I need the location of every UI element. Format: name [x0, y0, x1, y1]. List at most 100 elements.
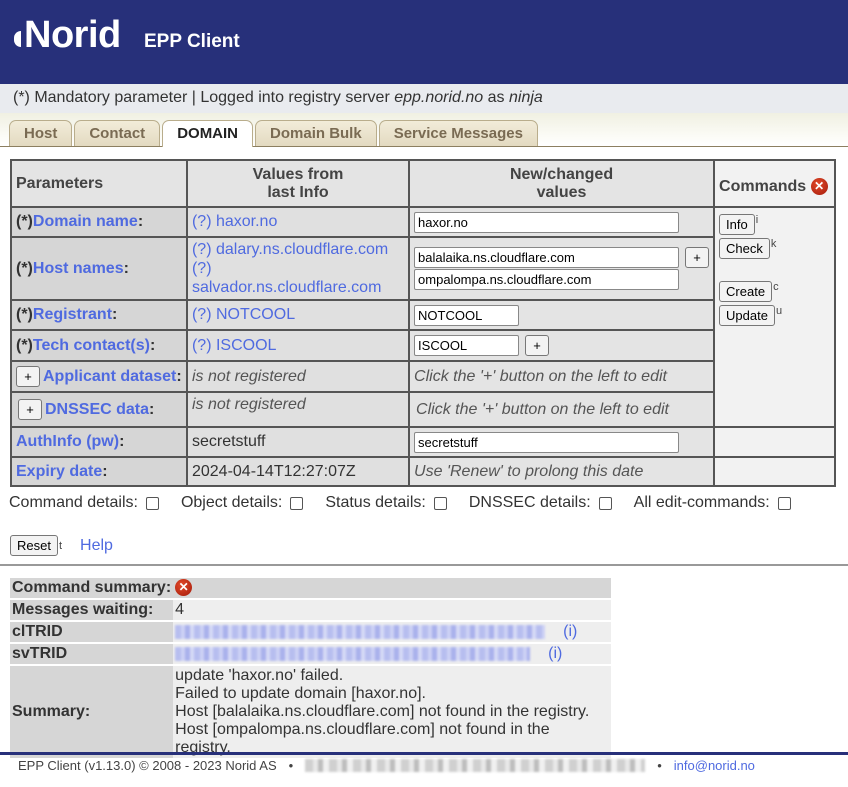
username: ninja: [509, 89, 543, 106]
object-details-checkbox[interactable]: [290, 496, 304, 510]
expand-dnssec-button[interactable]: +: [18, 399, 42, 420]
domain-name-input[interactable]: [414, 211, 680, 233]
login-status-bar: (*) Mandatory parameter | Logged into re…: [0, 84, 848, 113]
redacted-info: [305, 759, 646, 772]
cltrid-redacted: [175, 624, 546, 639]
param-registrant: (*)Registrant:: [10, 299, 188, 331]
prev-host-link[interactable]: (?) salvador.ns.cloudflare.com: [192, 260, 381, 296]
prev-tech-link[interactable]: (?) ISCOOL: [192, 337, 276, 354]
copyright: EPP Client (v1.13.0) © 2008 - 2023 Norid…: [18, 758, 277, 773]
server-name: epp.norid.no: [394, 89, 484, 106]
tech-contact-input[interactable]: [414, 335, 520, 356]
registrant-input[interactable]: [414, 304, 520, 326]
tab-contact[interactable]: Contact: [74, 120, 161, 146]
row-dnssec-data: + DNSSEC data: is not registered Click th…: [10, 391, 835, 428]
new-registrant-cell: [408, 299, 716, 331]
check-button[interactable]: Check: [719, 238, 770, 259]
param-dnssec-data: + DNSSEC data:: [10, 391, 188, 428]
new-domain-name-cell: [408, 206, 716, 238]
close-icon[interactable]: ✕: [810, 177, 828, 195]
domain-name-link[interactable]: Domain name: [33, 213, 138, 230]
row-tech-contacts: (*)Tech contact(s): (?) ISCOOL +: [10, 329, 835, 362]
host-name-input[interactable]: [414, 269, 680, 290]
footer: EPP Client (v1.13.0) © 2008 - 2023 Norid…: [18, 758, 755, 773]
prev-expiry-date: 2024-04-14T12:27:07Z: [185, 456, 411, 487]
option-object-details[interactable]: Object details:: [181, 494, 304, 512]
tab-bar: Host Contact DOMAIN Domain Bulk Service …: [0, 113, 848, 147]
dnssec-data-link[interactable]: DNSSEC data: [45, 401, 149, 418]
colon: :: [149, 401, 155, 418]
header-prev-line2: last Info: [267, 183, 329, 201]
option-label: Command details:: [9, 494, 138, 511]
help-link[interactable]: Help: [80, 537, 113, 555]
mandatory-marker: (*): [16, 306, 33, 323]
update-button[interactable]: Update: [719, 305, 775, 326]
row-authinfo: AuthInfo (pw): secretstuff: [10, 426, 836, 458]
tab-domain[interactable]: DOMAIN: [162, 120, 254, 147]
svtrid-label: svTRID: [10, 644, 174, 664]
colon: :: [119, 433, 125, 450]
summary-text: update 'haxor.no' failed. Failed to upda…: [173, 666, 611, 758]
info-button[interactable]: Info: [719, 214, 755, 235]
error-icon: ✕: [175, 579, 193, 597]
summary-row: Summary: update 'haxor.no' failed. Faile…: [10, 666, 611, 758]
command-summary-table: Command summary: ✕ Messages waiting: 4 c…: [10, 576, 611, 760]
bullet: •: [288, 758, 294, 773]
prev-registrant-link[interactable]: (?) NOTCOOL: [192, 306, 295, 323]
tab-host[interactable]: Host: [9, 120, 73, 146]
svtrid-info-link[interactable]: (i): [548, 645, 562, 662]
authinfo-input[interactable]: [414, 431, 680, 453]
add-host-button[interactable]: +: [685, 247, 710, 268]
param-domain-name: (*)Domain name:: [10, 206, 188, 238]
create-button[interactable]: Create: [719, 281, 773, 302]
commands-title: Commands: [719, 177, 807, 195]
host-name-input[interactable]: [414, 247, 680, 268]
mandatory-marker: (*): [16, 259, 33, 277]
status-details-checkbox[interactable]: [433, 496, 447, 510]
option-status-details[interactable]: Status details:: [325, 494, 447, 512]
cltrid-value-cell: (i): [173, 622, 611, 642]
create-shortcut: c: [773, 281, 779, 293]
check-shortcut: k: [770, 238, 777, 250]
tab-service-messages[interactable]: Service Messages: [378, 120, 538, 146]
expiry-note: Use 'Renew' to prolong this date: [408, 456, 716, 487]
divider: [0, 564, 848, 566]
authinfo-link[interactable]: AuthInfo (pw): [16, 433, 119, 450]
cltrid-row: clTRID (i): [10, 622, 611, 642]
host-names-link[interactable]: Host names: [33, 260, 124, 277]
applicant-dataset-link[interactable]: Applicant dataset: [43, 368, 176, 385]
summary-title: Command summary:: [10, 578, 174, 598]
tab-domain-bulk[interactable]: Domain Bulk: [255, 120, 377, 146]
detail-options: Command details: Object details: Status …: [9, 494, 813, 512]
command-details-checkbox[interactable]: [145, 496, 159, 510]
dnssec-details-checkbox[interactable]: [598, 496, 612, 510]
reset-shortcut: t: [58, 539, 63, 552]
prev-authinfo: secretstuff: [185, 426, 411, 458]
option-command-details[interactable]: Command details:: [9, 494, 159, 512]
param-authinfo: AuthInfo (pw):: [10, 426, 188, 458]
cltrid-info-link[interactable]: (i): [563, 623, 577, 640]
expand-applicant-button[interactable]: +: [16, 366, 40, 387]
contact-email-link[interactable]: info@norid.no: [674, 758, 755, 773]
messages-waiting-value: 4: [173, 600, 611, 620]
tech-contacts-link[interactable]: Tech contact(s): [33, 337, 150, 354]
expiry-date-link[interactable]: Expiry date: [16, 463, 102, 480]
row-domain-name: (*)Domain name: (?) haxor.no Infoi Check…: [10, 206, 836, 428]
mandatory-marker: (*): [16, 213, 33, 230]
new-tech-contacts-cell: +: [408, 329, 716, 362]
prev-domain-link[interactable]: (?) haxor.no: [192, 213, 277, 230]
summary-label: Summary:: [10, 666, 174, 758]
footer-divider: [0, 752, 848, 755]
option-dnssec-details[interactable]: DNSSEC details:: [469, 494, 612, 512]
option-all-edit-commands[interactable]: All edit-commands:: [634, 494, 791, 512]
prev-host-link[interactable]: (?) dalary.ns.cloudflare.com: [192, 241, 388, 258]
summary-line: Host [balalaika.ns.cloudflare.com] not f…: [175, 703, 590, 720]
option-label: DNSSEC details:: [468, 494, 591, 511]
add-tech-contact-button[interactable]: +: [525, 335, 550, 356]
reset-button[interactable]: Reset: [10, 535, 58, 556]
colon: :: [176, 368, 182, 385]
app-title: EPP Client: [144, 31, 240, 52]
param-applicant-dataset: + Applicant dataset:: [10, 360, 188, 393]
registrant-link[interactable]: Registrant: [33, 306, 112, 323]
all-edit-commands-checkbox[interactable]: [777, 496, 791, 510]
